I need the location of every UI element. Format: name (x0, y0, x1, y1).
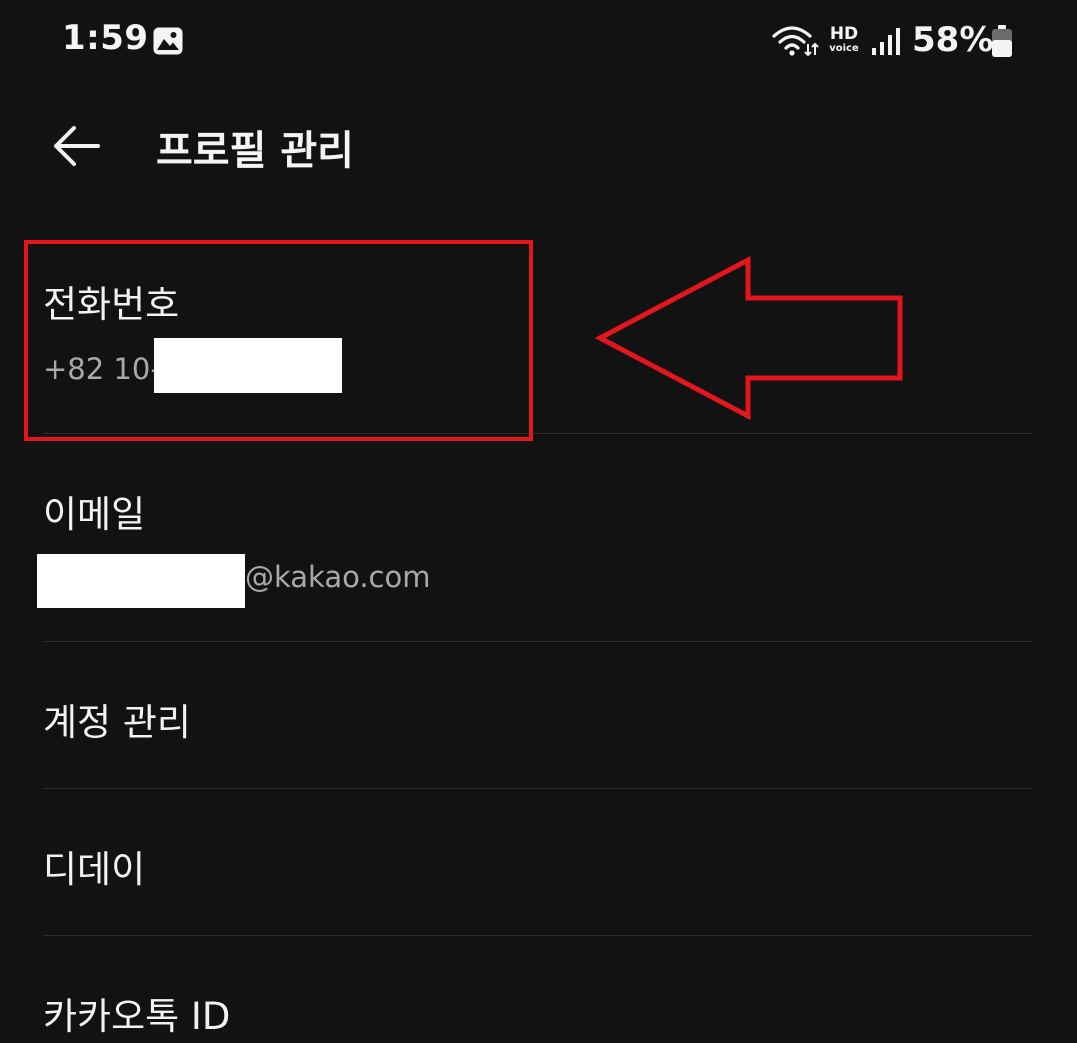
battery-percent: 58% (912, 20, 994, 60)
phone-number-item[interactable]: 전화번호 +82 10- (0, 240, 1077, 433)
kakaotalk-id-label: 카카오톡 ID (43, 995, 231, 1038)
signal-icon (872, 28, 900, 55)
phone-number-value: +82 10- (43, 352, 161, 386)
back-button[interactable] (46, 116, 106, 176)
hd-voice-icon: HD voice (826, 26, 862, 56)
email-redaction (37, 554, 245, 608)
gallery-icon (153, 27, 183, 55)
email-value: @kakao.com (245, 560, 431, 594)
phone-number-redaction (154, 338, 342, 393)
dday-item[interactable]: 디데이 (0, 789, 1077, 935)
dday-label: 디데이 (43, 848, 146, 891)
phone-number-label: 전화번호 (43, 283, 180, 326)
battery-icon (992, 25, 1012, 57)
account-management-item[interactable]: 계정 관리 (0, 642, 1077, 788)
account-management-label: 계정 관리 (43, 701, 191, 744)
profile-management-screen: 1:59 HD voice 58% 프로필 관리 전화번호 +82 10- 이메… (0, 0, 1077, 1043)
email-label: 이메일 (43, 493, 146, 536)
status-time: 1:59 (62, 18, 149, 58)
wifi-icon (772, 26, 819, 57)
arrow-left-icon (54, 126, 100, 166)
kakaotalk-id-item[interactable]: 카카오톡 ID (0, 936, 1077, 1043)
page-title: 프로필 관리 (156, 128, 354, 174)
email-item[interactable]: 이메일 @kakao.com (0, 434, 1077, 642)
voice-label: voice (829, 43, 859, 54)
hd-label: HD (829, 24, 859, 44)
